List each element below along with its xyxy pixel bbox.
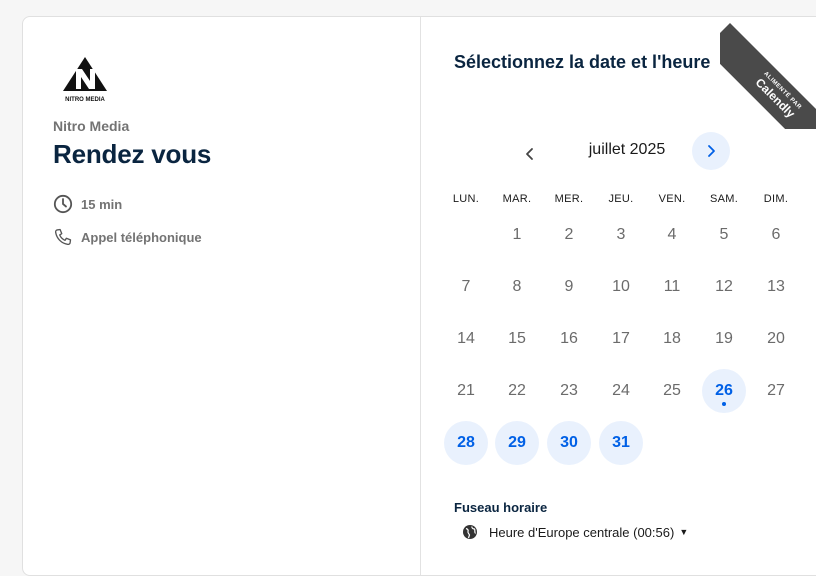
clock-icon [52, 193, 74, 215]
calendar-day-unavailable: 16 [547, 317, 591, 361]
day-number: 31 [612, 434, 630, 451]
location-label: Appel téléphonique [81, 229, 202, 245]
day-number: 22 [508, 382, 526, 399]
chevron-left-icon [526, 148, 533, 160]
caret-down-icon: ▼ [679, 527, 689, 537]
day-number: 18 [663, 330, 681, 347]
calendar-day-unavailable: 15 [495, 317, 539, 361]
day-number: 7 [461, 278, 471, 295]
calendar-day-unavailable: 20 [754, 317, 798, 361]
calendar-day-available[interactable]: 30 [547, 421, 591, 465]
weekday-label: SAM. [709, 193, 739, 205]
day-number: 21 [457, 382, 475, 399]
event-details-panel: NITRO MEDIA Nitro Media Rendez vous 15 m… [23, 17, 421, 575]
powered-by-calendly-badge[interactable]: ALIMENTÉ PAR Calendly [720, 0, 816, 129]
event-duration: 15 min [52, 193, 122, 215]
calendar-day-available[interactable]: 28 [444, 421, 488, 465]
day-number: 16 [560, 330, 578, 347]
calendar-day-available[interactable]: 29 [495, 421, 539, 465]
badge-band: ALIMENTÉ PAR Calendly [720, 23, 816, 129]
day-number: 8 [512, 278, 522, 295]
calendar-day-unavailable: 17 [599, 317, 643, 361]
weekday-label: MER. [554, 193, 584, 205]
calendar-day-unavailable: 3 [599, 213, 643, 257]
organization-name: Nitro Media [53, 118, 130, 134]
weekday-label: MAR. [502, 193, 532, 205]
day-number: 25 [663, 382, 681, 399]
month-label: juillet 2025 [588, 141, 666, 158]
organization-logo: NITRO MEDIA [59, 55, 111, 105]
day-number: 5 [719, 226, 729, 243]
event-title: Rendez vous [53, 139, 212, 169]
calendar-day-unavailable: 8 [495, 265, 539, 309]
calendar-day-unavailable: 11 [650, 265, 694, 309]
day-number: 2 [564, 226, 574, 243]
day-number: 20 [767, 330, 785, 347]
calendar-day-unavailable: 13 [754, 265, 798, 309]
day-number: 12 [715, 278, 733, 295]
day-number: 1 [512, 226, 522, 243]
day-number: 14 [457, 330, 475, 347]
calendar-day-unavailable: 27 [754, 369, 798, 413]
calendar-day-unavailable: 1 [495, 213, 539, 257]
globe-icon [463, 525, 477, 539]
day-number: 19 [715, 330, 733, 347]
calendar-day-unavailable: 9 [547, 265, 591, 309]
calendar-day-unavailable: 23 [547, 369, 591, 413]
day-number: 28 [457, 434, 475, 451]
today-indicator [722, 402, 726, 406]
timezone-value: Heure d'Europe centrale (00:56) [489, 524, 675, 540]
calendar-day-unavailable: 10 [599, 265, 643, 309]
day-number: 13 [767, 278, 785, 295]
day-number: 11 [663, 278, 681, 295]
day-number: 4 [667, 226, 677, 243]
day-number: 29 [508, 434, 526, 451]
chevron-right-icon [708, 145, 715, 157]
calendar-day-unavailable: 19 [702, 317, 746, 361]
calendar-day-unavailable: 14 [444, 317, 488, 361]
weekday-label: JEU. [608, 193, 634, 205]
day-number: 9 [564, 278, 574, 295]
day-number: 3 [616, 226, 626, 243]
day-number: 23 [560, 382, 578, 399]
timezone-selector[interactable]: Heure d'Europe centrale (00:56) ▼ [462, 524, 688, 540]
calendar-day-unavailable: 18 [650, 317, 694, 361]
calendar-day-unavailable: 6 [754, 213, 798, 257]
calendar-day-unavailable: 21 [444, 369, 488, 413]
duration-label: 15 min [81, 196, 123, 212]
booking-card: NITRO MEDIA Nitro Media Rendez vous 15 m… [22, 16, 816, 576]
calendar-day-unavailable: 25 [650, 369, 694, 413]
day-number: 15 [508, 330, 526, 347]
calendar-day-available[interactable]: 31 [599, 421, 643, 465]
day-number: 24 [612, 382, 630, 399]
weekday-label: LUN. [452, 193, 480, 205]
logo-text: NITRO MEDIA [65, 97, 105, 103]
weekday-label: VEN. [658, 193, 686, 205]
day-number: 30 [560, 434, 578, 451]
calendar-day-unavailable: 5 [702, 213, 746, 257]
calendar-day-unavailable: 2 [547, 213, 591, 257]
day-number: 6 [771, 226, 781, 243]
day-number: 26 [715, 382, 733, 399]
calendar-day-unavailable: 22 [495, 369, 539, 413]
calendar-day-unavailable: 7 [444, 265, 488, 309]
calendar-day-unavailable: 24 [599, 369, 643, 413]
previous-month-button[interactable] [514, 138, 546, 170]
day-number: 27 [767, 382, 785, 399]
day-number: 10 [612, 278, 630, 295]
day-number: 17 [612, 330, 630, 347]
calendar-day-unavailable: 12 [702, 265, 746, 309]
page-title: Sélectionnez la date et l'heure [454, 52, 711, 72]
weekday-label: DIM. [763, 193, 789, 205]
calendar-day-available[interactable]: 26 [702, 369, 746, 413]
phone-icon [52, 226, 74, 248]
event-location: Appel téléphonique [52, 226, 202, 248]
calendar-day-unavailable: 4 [650, 213, 694, 257]
next-month-button[interactable] [692, 132, 730, 170]
timezone-label: Fuseau horaire [454, 500, 548, 515]
